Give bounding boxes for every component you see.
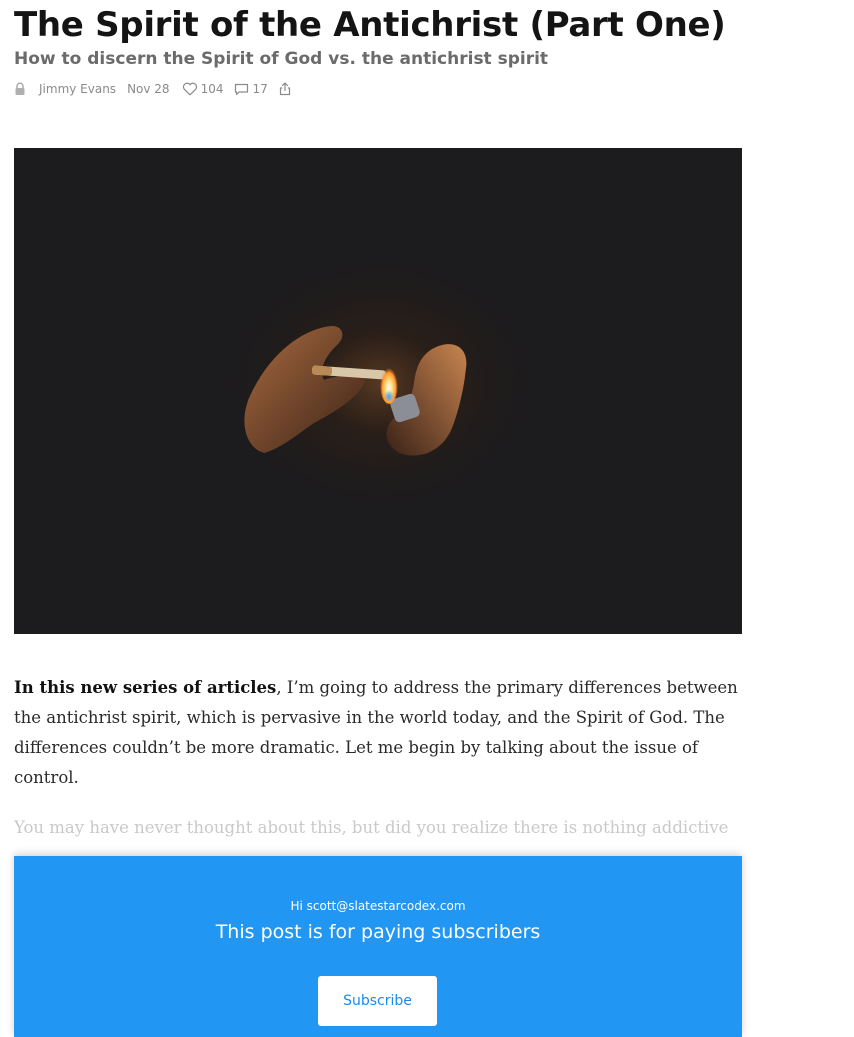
post-subtitle: How to discern the Spirit of God vs. the… xyxy=(14,49,549,69)
heart-icon xyxy=(182,82,197,96)
share-icon xyxy=(279,82,290,96)
comment-count: 17 xyxy=(252,82,268,96)
greeting-prefix: Hi xyxy=(290,899,307,913)
author-name[interactable]: Jimmy Evans xyxy=(39,82,116,96)
lock-icon xyxy=(14,82,26,96)
post-title: The Spirit of the Antichrist (Part One) xyxy=(14,5,726,45)
like-button[interactable]: 104 xyxy=(182,82,224,96)
share-button[interactable] xyxy=(279,82,291,96)
user-email: scott@slatestarcodex.com xyxy=(306,899,466,913)
intro-bold-text: In this new series of articles xyxy=(14,678,277,697)
post-meta: Jimmy Evans Nov 28 104 17 xyxy=(14,79,291,99)
paywall-banner: Hi scott@slatestarcodex.com This post is… xyxy=(14,856,742,1037)
intro-paragraph: In this new series of articles, I’m goin… xyxy=(14,673,742,793)
paywall-heading: This post is for paying subscribers xyxy=(215,921,541,943)
hero-image xyxy=(14,148,742,634)
post-date: Nov 28 xyxy=(127,82,170,96)
like-count: 104 xyxy=(200,82,224,96)
comments-button[interactable]: 17 xyxy=(234,82,268,96)
lighter-flame-image xyxy=(14,148,742,634)
subscribe-button[interactable]: Subscribe xyxy=(318,976,437,1026)
comment-icon xyxy=(235,83,249,95)
faded-paragraph: You may have never thought about this, b… xyxy=(14,818,729,837)
paywall-greeting: Hi scott@slatestarcodex.com xyxy=(14,898,742,914)
